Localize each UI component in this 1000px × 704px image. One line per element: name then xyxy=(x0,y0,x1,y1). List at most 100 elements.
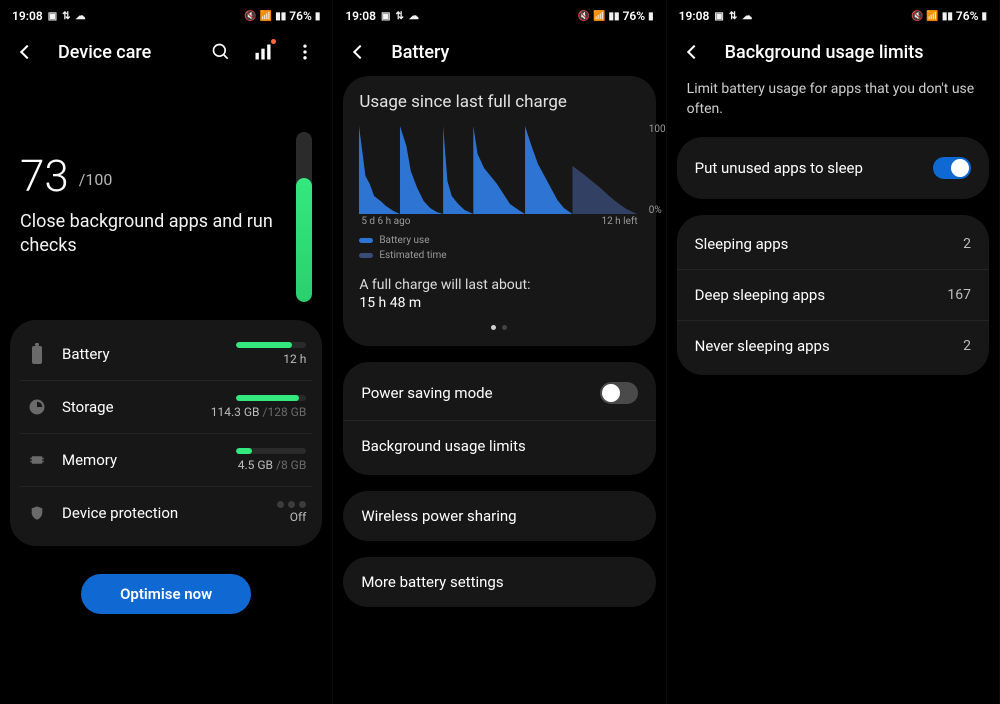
weather-icon: ☁ xyxy=(409,11,419,22)
back-button[interactable] xyxy=(16,41,38,63)
search-button[interactable] xyxy=(210,41,232,63)
storage-value: 114.3 GB xyxy=(211,405,263,419)
deep-sleeping-count: 167 xyxy=(947,287,971,303)
battery-settings-group: Power saving mode Background usage limit… xyxy=(343,362,655,475)
more-button[interactable] xyxy=(294,41,316,63)
legend-est: Estimated time xyxy=(379,250,446,261)
optimize-button[interactable]: Optimise now xyxy=(81,574,251,614)
x-right-label: 12 h left xyxy=(601,216,637,227)
memory-bar xyxy=(236,448,306,454)
wifi-icon: 📶 xyxy=(593,11,605,22)
never-sleeping-row[interactable]: Never sleeping apps 2 xyxy=(677,321,989,371)
more-battery-row[interactable]: More battery settings xyxy=(343,557,655,607)
protection-value: Off xyxy=(216,510,306,524)
battery-screen: 19:08▣⇅☁ 🔇📶▮▮76%▮ Battery Usage since la… xyxy=(333,0,666,704)
more-battery-label: More battery settings xyxy=(361,573,503,591)
bg-limits-screen: 19:08▣⇅☁ 🔇📶▮▮76%▮ Background usage limit… xyxy=(667,0,1000,704)
battery-label: Battery xyxy=(62,345,202,363)
chart-button[interactable] xyxy=(252,41,274,63)
mute-icon: 🔇 xyxy=(578,11,590,22)
score-bar-fill xyxy=(296,178,312,302)
put-sleep-toggle[interactable] xyxy=(933,157,971,179)
status-time: 19:08 xyxy=(345,9,376,23)
sync-icon: ⇅ xyxy=(62,11,70,22)
estimate-label: A full charge will last about: xyxy=(359,277,639,293)
bar-chart-icon xyxy=(253,42,273,62)
put-sleep-row[interactable]: Put unused apps to sleep xyxy=(677,141,989,195)
power-saving-toggle[interactable] xyxy=(600,382,638,404)
battery-value: 12 h xyxy=(216,352,306,366)
chart-area[interactable]: 100 0% xyxy=(359,126,639,214)
page-title: Background usage limits xyxy=(725,42,983,63)
protection-row[interactable]: Device protection Off xyxy=(20,487,312,538)
battery-row[interactable]: Battery 12 h xyxy=(20,328,312,381)
y-min-label: 0% xyxy=(649,205,662,216)
picture-icon: ▣ xyxy=(714,11,723,22)
memory-label: Memory xyxy=(62,451,202,469)
wifi-icon: 📶 xyxy=(926,11,938,22)
wireless-power-label: Wireless power sharing xyxy=(361,507,516,525)
weather-icon: ☁ xyxy=(76,11,86,22)
status-bar: 19:08▣⇅☁ 🔇📶▮▮76%▮ xyxy=(667,0,999,28)
pager-dots[interactable] xyxy=(359,325,639,330)
chevron-left-icon xyxy=(687,45,701,59)
memory-row[interactable]: Memory 4.5 GB /8 GB xyxy=(20,434,312,487)
bg-limits-row[interactable]: Background usage limits xyxy=(343,421,655,471)
back-button[interactable] xyxy=(349,41,371,63)
app-bar: Background usage limits xyxy=(667,28,999,76)
wireless-power-row[interactable]: Wireless power sharing xyxy=(343,491,655,541)
status-bar: 19:08 ▣ ⇅ ☁ 🔇 📶 ▮▮ 76% ▮ xyxy=(0,0,332,28)
put-sleep-label: Put unused apps to sleep xyxy=(695,159,933,177)
legend-use: Battery use xyxy=(379,235,429,246)
shield-icon xyxy=(26,504,48,522)
mute-icon: 🔇 xyxy=(244,11,256,22)
status-battery: 76% xyxy=(623,9,646,23)
x-left-label: 5 d 6 h ago xyxy=(361,216,410,227)
optimize-label: Optimise now xyxy=(120,585,212,603)
battery-chart xyxy=(359,126,639,214)
status-time: 19:08 xyxy=(679,9,710,23)
bg-limits-label: Background usage limits xyxy=(361,437,637,455)
page-title: Battery xyxy=(391,42,649,63)
estimate-value: 15 h 48 m xyxy=(359,295,639,311)
chevron-left-icon xyxy=(20,45,34,59)
storage-icon xyxy=(26,398,48,416)
back-button[interactable] xyxy=(683,41,705,63)
score-value: 73 xyxy=(20,150,69,202)
score-section: 73 /100 Close background apps and run ch… xyxy=(0,76,332,302)
memory-icon xyxy=(26,451,48,469)
weather-icon: ☁ xyxy=(742,11,752,22)
status-time: 19:08 xyxy=(12,9,43,23)
search-icon xyxy=(211,42,231,62)
storage-label: Storage xyxy=(62,398,197,416)
app-bar: Device care xyxy=(0,28,332,76)
sync-icon: ⇅ xyxy=(395,11,403,22)
notification-dot xyxy=(271,39,276,44)
chevron-left-icon xyxy=(353,45,367,59)
never-sleeping-label: Never sleeping apps xyxy=(695,337,963,355)
score-max: /100 xyxy=(79,170,113,189)
status-bar: 19:08▣⇅☁ 🔇📶▮▮76%▮ xyxy=(333,0,665,28)
usage-chart-card: Usage since last full charge 100 0% 5 d … xyxy=(343,76,655,346)
protection-label: Device protection xyxy=(62,504,202,522)
page-subtitle: Limit battery usage for apps that you do… xyxy=(667,76,999,137)
status-battery: 76% xyxy=(289,9,312,23)
power-saving-row[interactable]: Power saving mode xyxy=(343,366,655,421)
status-right: 🔇 📶 ▮▮ 76% ▮ xyxy=(244,9,320,23)
battery-bar xyxy=(236,342,306,348)
device-care-screen: 19:08 ▣ ⇅ ☁ 🔇 📶 ▮▮ 76% ▮ Device care xyxy=(0,0,333,704)
signal-icon: ▮▮ xyxy=(609,11,620,22)
page-title: Device care xyxy=(58,42,190,63)
power-saving-label: Power saving mode xyxy=(361,384,599,402)
sleeping-apps-count: 2 xyxy=(963,236,971,252)
wifi-icon: 📶 xyxy=(260,11,272,22)
never-sleeping-count: 2 xyxy=(963,338,971,354)
sync-icon: ⇅ xyxy=(729,11,737,22)
put-sleep-group: Put unused apps to sleep xyxy=(677,137,989,199)
score-bar xyxy=(296,132,312,302)
picture-icon: ▣ xyxy=(48,11,57,22)
storage-bar xyxy=(236,395,306,401)
sleeping-apps-row[interactable]: Sleeping apps 2 xyxy=(677,219,989,270)
deep-sleeping-row[interactable]: Deep sleeping apps 167 xyxy=(677,270,989,321)
storage-row[interactable]: Storage 114.3 GB /128 GB xyxy=(20,381,312,434)
